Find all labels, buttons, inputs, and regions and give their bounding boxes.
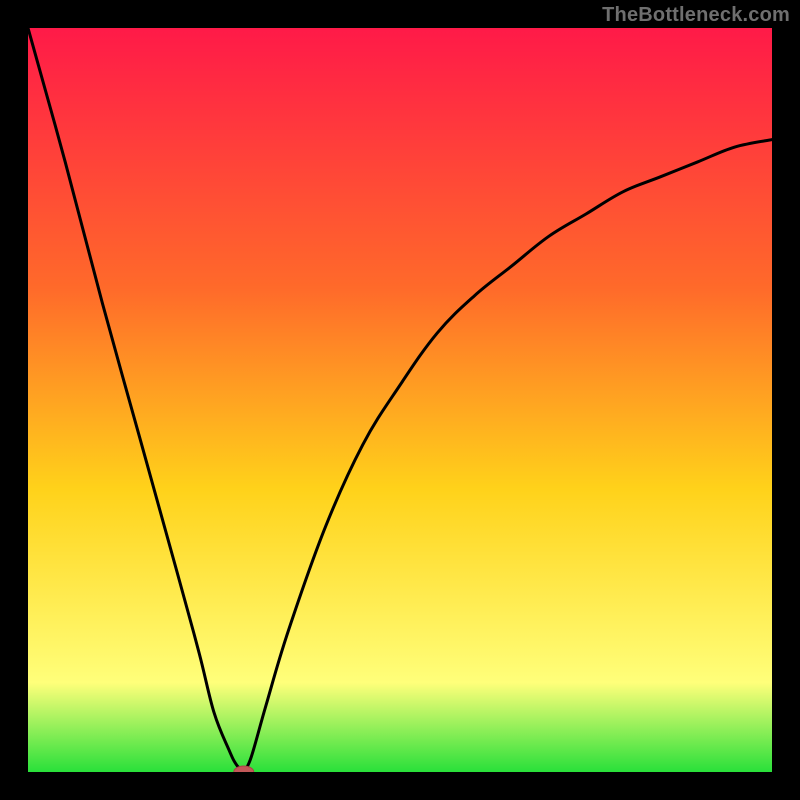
watermark-text: TheBottleneck.com <box>602 4 790 27</box>
gradient-background <box>28 28 772 772</box>
chart-svg <box>28 28 772 772</box>
chart-frame: TheBottleneck.com <box>0 0 800 800</box>
plot-area <box>28 28 772 772</box>
